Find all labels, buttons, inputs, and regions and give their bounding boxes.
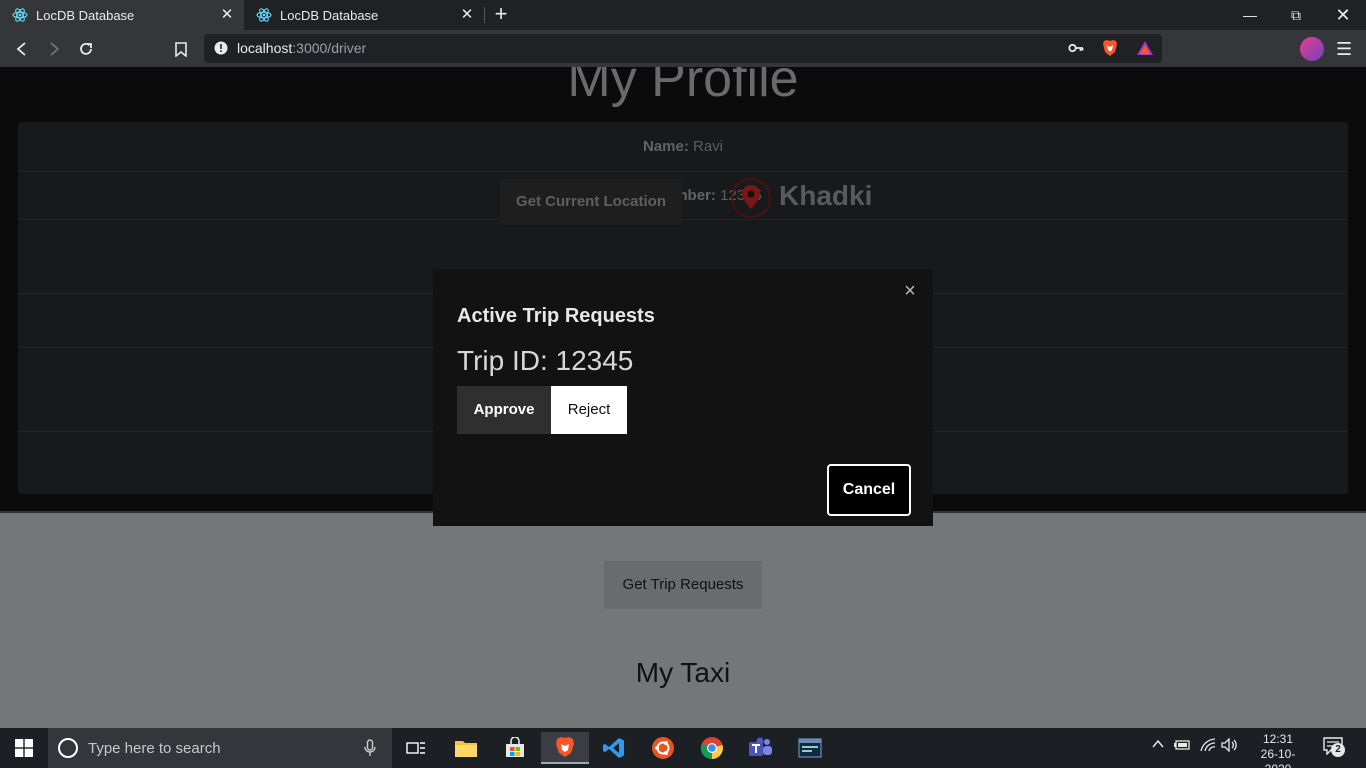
location-pin-icon <box>730 177 772 219</box>
notification-center-icon[interactable]: 2 <box>1323 737 1345 758</box>
browser-toolbar: localhost:3000/driver ☰ <box>0 30 1366 67</box>
trip-requests-modal: × Active Trip Requests Trip ID: 12345 Ap… <box>433 269 933 526</box>
system-clock[interactable]: 12:31 26-10-2020 <box>1250 732 1306 768</box>
react-icon <box>256 7 272 23</box>
windows-taskbar: Type here to search 12:31 26-10- 2 <box>0 728 1366 768</box>
address-bar[interactable]: localhost:3000/driver <box>204 34 1162 63</box>
chrome-icon[interactable] <box>688 732 736 764</box>
info-icon[interactable] <box>214 41 228 60</box>
brave-shield-icon[interactable] <box>1102 39 1118 62</box>
bookmark-icon[interactable] <box>170 38 192 60</box>
location-name: Khadki <box>779 180 873 211</box>
microphone-icon[interactable] <box>364 739 376 762</box>
browser-tab-bar: LocDB Database ✕ LocDB Database ✕ + — ⧉ … <box>0 0 1366 30</box>
clock-time: 12:31 <box>1262 732 1294 746</box>
brave-rewards-icon[interactable] <box>1136 40 1154 61</box>
browser-tab-1[interactable]: LocDB Database ✕ <box>0 0 244 30</box>
forward-icon[interactable] <box>43 38 65 60</box>
notification-count-badge: 2 <box>1331 743 1345 757</box>
reject-button[interactable]: Reject <box>551 386 627 434</box>
battery-icon[interactable] <box>1173 738 1191 755</box>
new-tab-plus-icon[interactable]: + <box>490 3 512 26</box>
url-text: localhost:3000/driver <box>237 40 366 56</box>
close-icon[interactable]: ✕ <box>458 6 476 24</box>
name-line: Name: Ravi <box>18 138 1348 155</box>
minimize-icon[interactable]: — <box>1227 0 1273 30</box>
taxi-section-title: My Taxi <box>635 657 731 688</box>
wifi-icon[interactable] <box>1199 738 1217 755</box>
teams-icon[interactable] <box>737 732 785 764</box>
windows-start-icon[interactable] <box>0 728 48 768</box>
tab-title: LocDB Database <box>36 7 135 23</box>
cancel-button[interactable]: Cancel <box>827 464 911 516</box>
search-placeholder: Type here to search <box>88 740 221 757</box>
name-value: Ravi <box>693 138 724 155</box>
close-icon[interactable]: ✕ <box>218 6 236 24</box>
react-icon <box>12 7 28 23</box>
modal-title: Active Trip Requests <box>457 305 655 327</box>
browser-tab-2[interactable]: LocDB Database ✕ <box>244 0 484 30</box>
chevron-up-icon[interactable] <box>1151 738 1165 753</box>
phone-line: Phone Number: 12345 <box>18 187 1348 204</box>
close-icon[interactable]: × <box>900 281 920 301</box>
volume-icon[interactable] <box>1221 737 1239 755</box>
url-host: localhost <box>237 40 293 56</box>
file-explorer-icon[interactable] <box>442 732 490 764</box>
page-title: My Profile <box>567 67 799 108</box>
url-path: :3000/driver <box>292 40 367 56</box>
clock-date: 26-10-2020 <box>1260 747 1296 768</box>
taskbar-search-input[interactable]: Type here to search <box>48 728 392 768</box>
brave-browser-icon[interactable] <box>541 732 589 764</box>
avatar[interactable] <box>1300 37 1324 61</box>
get-current-location-button[interactable]: Get Current Location <box>500 179 682 225</box>
trip-id-text: Trip ID: 12345 <box>457 345 634 376</box>
tab-divider <box>484 7 485 23</box>
get-trip-requests-button[interactable]: Get Trip Requests <box>604 561 762 609</box>
menu-icon[interactable]: ☰ <box>1336 37 1352 61</box>
cortana-circle-icon <box>57 737 79 764</box>
approve-button[interactable]: Approve <box>457 386 551 434</box>
restore-icon[interactable]: ⧉ <box>1273 0 1319 30</box>
reload-icon[interactable] <box>75 38 97 60</box>
vscode-icon[interactable] <box>590 732 638 764</box>
name-label: Name: <box>642 138 689 155</box>
microsoft-store-icon[interactable] <box>491 732 539 764</box>
back-icon[interactable] <box>11 38 33 60</box>
tab-title: LocDB Database <box>280 7 379 23</box>
ubuntu-icon[interactable] <box>639 732 687 764</box>
task-view-icon[interactable] <box>392 732 440 764</box>
mysql-shell-icon[interactable] <box>786 732 834 764</box>
close-window-icon[interactable]: ✕ <box>1320 0 1366 30</box>
key-icon[interactable] <box>1068 41 1084 60</box>
